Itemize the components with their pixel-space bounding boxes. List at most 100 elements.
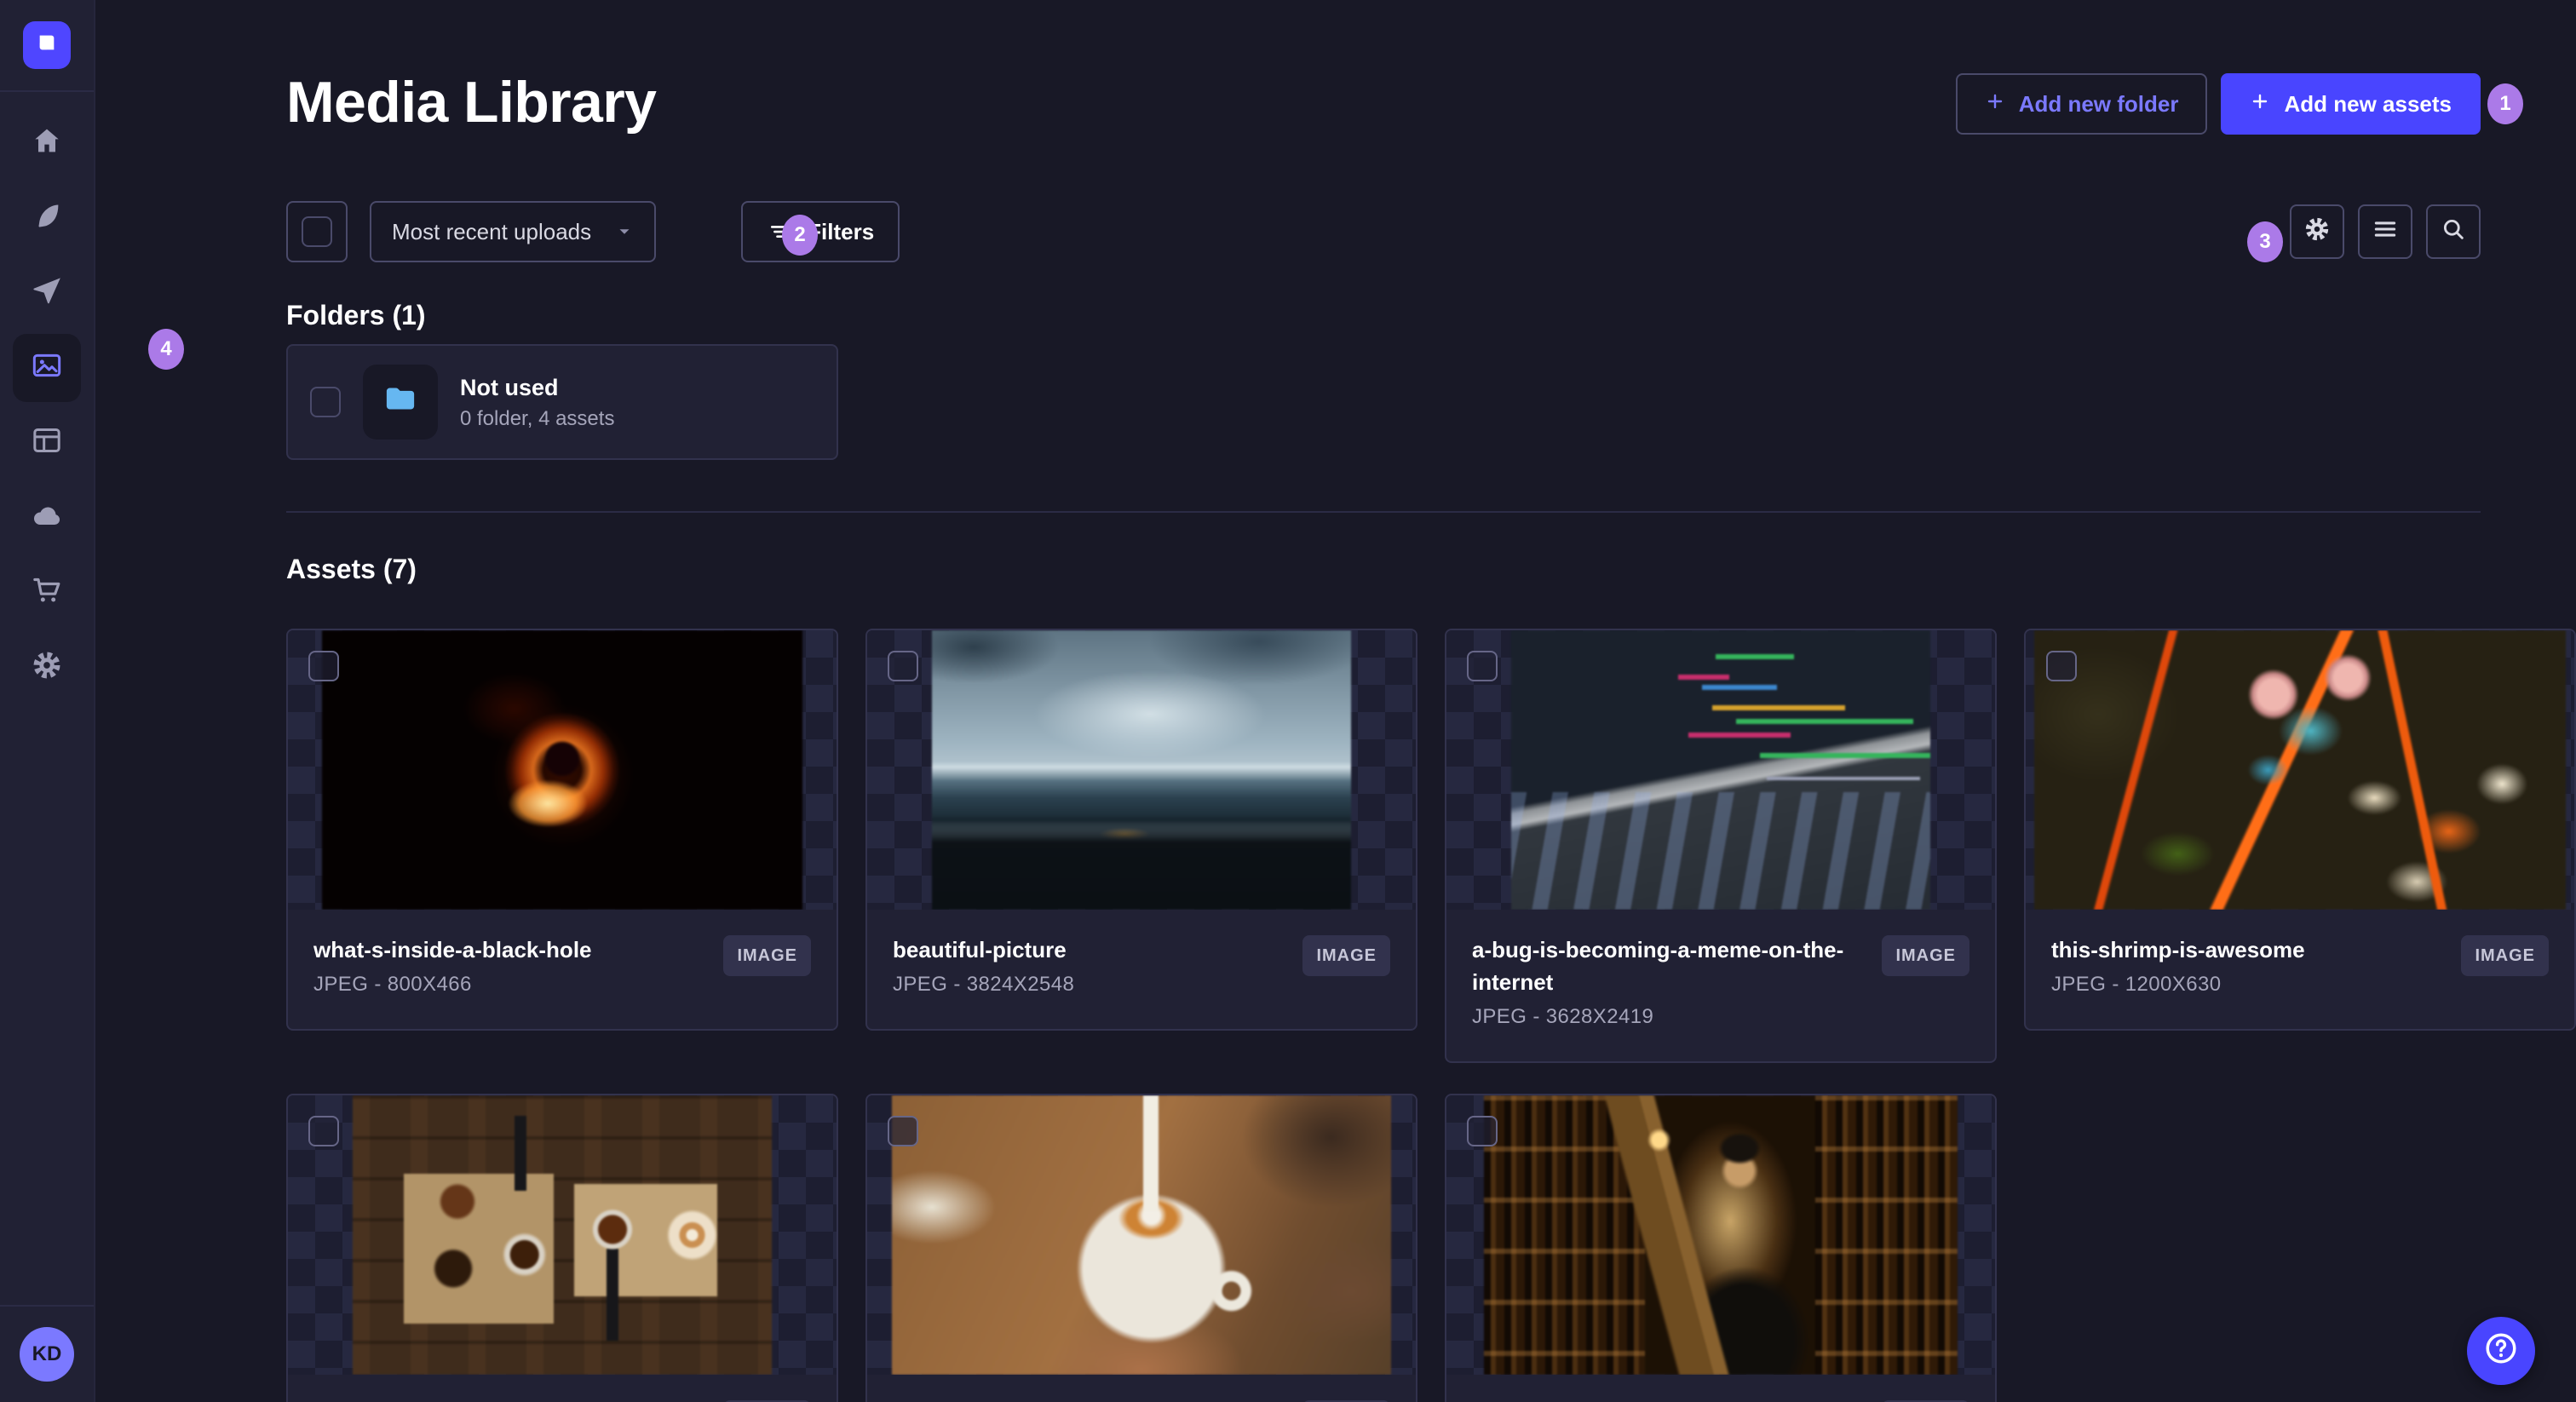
asset-thumbnail-library-boy <box>1484 1095 1958 1375</box>
asset-checkbox[interactable] <box>2046 651 2077 681</box>
sidebar-nav <box>0 109 94 1305</box>
asset-card[interactable]: what-s-inside-a-black-hole JPEG - 800X46… <box>286 629 838 1031</box>
asset-preview <box>867 1095 1416 1375</box>
cloud-icon <box>30 498 64 538</box>
assets-heading: Assets (7) <box>286 554 417 584</box>
asset-type-badge: IMAGE <box>723 935 811 976</box>
asset-card[interactable]: beautiful-picture JPEG - 3824X2548 IMAGE <box>865 629 1417 1031</box>
shopping-cart-icon <box>30 573 64 613</box>
asset-card[interactable]: the-internet-s-own-boy JPEG - 1200X707 I… <box>1445 1094 1997 1402</box>
asset-thumbnail-coffee-art <box>892 1095 1391 1375</box>
asset-meta: JPEG - 800X466 <box>313 973 472 996</box>
asset-preview <box>1446 630 1995 910</box>
asset-title: beautiful-picture <box>893 937 1067 962</box>
chevron-down-icon <box>615 222 634 241</box>
assets-section: Assets (7) what-s-inside-a-black-hole JP… <box>286 550 2576 1402</box>
sidebar-item-paper-plane[interactable] <box>13 259 81 327</box>
asset-info: this-shrimp-is-awesome JPEG - 1200X630 I… <box>2026 910 2574 1029</box>
add-new-assets-button[interactable]: Add new assets <box>2221 73 2481 135</box>
asset-preview <box>867 630 1416 910</box>
images-icon <box>30 348 64 388</box>
asset-card[interactable]: this-shrimp-is-awesome JPEG - 1200X630 I… <box>2024 629 2576 1031</box>
folder-icon-tile <box>363 365 438 440</box>
add-new-assets-label: Add new assets <box>2284 90 2452 117</box>
sidebar-item-cloud[interactable] <box>13 484 81 552</box>
folder-checkbox[interactable] <box>310 387 341 417</box>
user-avatar[interactable]: KD <box>20 1327 74 1382</box>
filters-button[interactable]: Filters <box>741 201 900 262</box>
asset-meta: JPEG - 3824X2548 <box>893 973 1075 996</box>
asset-title: what-s-inside-a-black-hole <box>313 937 592 962</box>
asset-thumbnail-shrimp <box>2034 630 2566 910</box>
annotation-badge-1: 1 <box>2487 83 2523 124</box>
asset-checkbox[interactable] <box>308 1116 339 1146</box>
home-icon <box>30 124 64 164</box>
sidebar-item-home[interactable] <box>13 109 81 177</box>
assets-grid: what-s-inside-a-black-hole JPEG - 800X46… <box>286 629 2576 1402</box>
filters-button-label: Filters <box>808 218 875 244</box>
asset-checkbox[interactable] <box>888 651 918 681</box>
select-all-checkbox[interactable] <box>302 216 332 247</box>
asset-info: coffee-beans JPEG - 5021X3347 IMAGE <box>288 1375 837 1402</box>
asset-info: the-internet-s-own-boy JPEG - 1200X707 I… <box>1446 1375 1995 1402</box>
select-all-button[interactable] <box>286 201 348 262</box>
asset-title: coffee-art <box>893 1399 1074 1402</box>
folder-title: Not used <box>460 375 559 400</box>
sidebar-item-panels[interactable] <box>13 409 81 477</box>
asset-preview <box>288 630 837 910</box>
asset-checkbox[interactable] <box>308 651 339 681</box>
asset-preview <box>288 1095 837 1375</box>
asset-info: beautiful-picture JPEG - 3824X2548 IMAGE <box>867 910 1416 1029</box>
page-header: Media Library Add new folder Add new ass… <box>286 0 2481 136</box>
asset-thumbnail-mountains <box>932 630 1351 910</box>
question-mark-icon <box>2482 1330 2520 1373</box>
asset-checkbox[interactable] <box>1467 651 1498 681</box>
asset-card[interactable]: coffee-art JPEG - 5824X3259 IMAGE <box>865 1094 1417 1402</box>
sidebar-logo-area <box>0 0 94 92</box>
folder-icon <box>382 380 419 424</box>
asset-type-badge: IMAGE <box>1302 935 1390 976</box>
asset-thumbnail-coffee-beans <box>353 1095 772 1375</box>
asset-info: a-bug-is-becoming-a-meme-on-the-internet… <box>1446 910 1995 1061</box>
folder-card[interactable]: Not used 0 folder, 4 assets <box>286 344 838 460</box>
asset-title: coffee-beans <box>313 1399 495 1402</box>
panels-icon <box>30 423 64 463</box>
add-new-folder-button[interactable]: Add new folder <box>1955 73 2208 135</box>
feather-icon <box>30 198 64 238</box>
sort-dropdown[interactable]: Most recent uploads <box>370 201 657 262</box>
asset-type-badge: IMAGE <box>1882 935 1969 976</box>
folders-heading: Folders (1) <box>286 300 426 330</box>
sidebar-item-shopping-cart[interactable] <box>13 559 81 627</box>
search-button[interactable] <box>2426 204 2481 259</box>
asset-meta: JPEG - 1200X630 <box>2051 973 2222 996</box>
asset-checkbox[interactable] <box>888 1116 918 1146</box>
paper-plane-icon <box>30 273 64 313</box>
list-view-button[interactable] <box>2358 204 2412 259</box>
asset-card[interactable]: coffee-beans JPEG - 5021X3347 IMAGE <box>286 1094 838 1402</box>
help-button[interactable] <box>2467 1317 2535 1385</box>
gear-icon <box>2303 215 2332 250</box>
asset-meta: JPEG - 3628X2419 <box>1472 1005 1654 1028</box>
asset-title: a-bug-is-becoming-a-meme-on-the-internet <box>1472 937 1844 995</box>
asset-title: the-internet-s-own-boy <box>1472 1399 1712 1402</box>
asset-preview <box>2026 630 2574 910</box>
add-new-folder-label: Add new folder <box>2018 90 2179 117</box>
main-content: Media Library Add new folder Add new ass… <box>95 0 2576 1402</box>
annotation-badge-3: 3 <box>2247 221 2283 262</box>
settings-view-button[interactable] <box>2290 204 2344 259</box>
search-icon <box>2439 215 2468 250</box>
list-icon <box>2371 215 2400 250</box>
sidebar-item-settings[interactable] <box>13 634 81 702</box>
asset-info: coffee-art JPEG - 5824X3259 IMAGE <box>867 1375 1416 1402</box>
sidebar-item-feather[interactable] <box>13 184 81 252</box>
media-library-app: KD Media Library Add new folder Add new … <box>0 0 2576 1402</box>
sidebar-item-media-library[interactable] <box>13 334 81 402</box>
app-logo-button[interactable] <box>23 21 71 69</box>
annotation-badge-2: 2 <box>782 215 818 256</box>
asset-info: what-s-inside-a-black-hole JPEG - 800X46… <box>288 910 837 1029</box>
asset-preview <box>1446 1095 1995 1375</box>
asset-checkbox[interactable] <box>1467 1116 1498 1146</box>
asset-card[interactable]: a-bug-is-becoming-a-meme-on-the-internet… <box>1445 629 1997 1063</box>
folder-meta: 0 folder, 4 assets <box>460 407 615 430</box>
asset-title: this-shrimp-is-awesome <box>2051 937 2305 962</box>
